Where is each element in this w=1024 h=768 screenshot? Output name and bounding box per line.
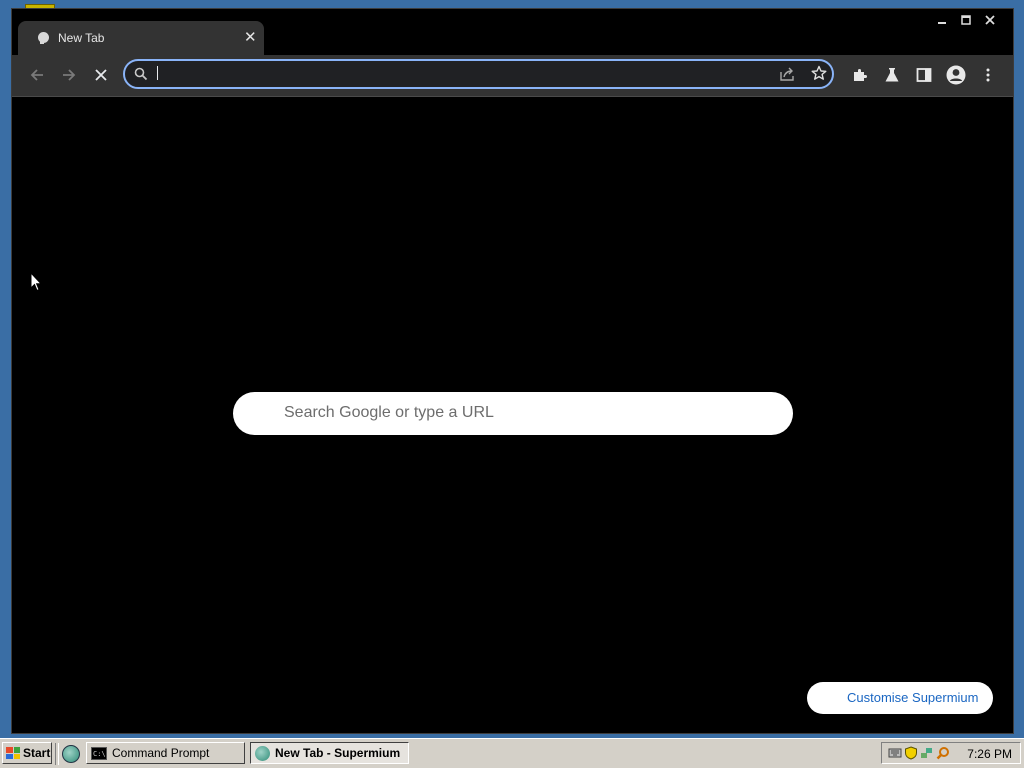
more-vert-icon: [986, 68, 990, 82]
address-bar[interactable]: [123, 59, 834, 89]
search-tray-icon[interactable]: [936, 746, 950, 760]
labs-button[interactable]: [880, 63, 904, 87]
network-icon[interactable]: [920, 746, 934, 760]
browser-toolbar: [12, 55, 1013, 97]
tab-favicon-icon: [38, 32, 49, 44]
task-command-prompt[interactable]: C:\ Command Prompt: [86, 742, 245, 764]
mouse-pointer-icon: [30, 272, 42, 292]
tab-strip: New Tab ✕: [12, 9, 1013, 55]
keyboard-icon[interactable]: [888, 746, 902, 760]
browser-window: New Tab ✕ Search Google or type a URL Cu…: [11, 8, 1014, 734]
start-button[interactable]: Start: [2, 742, 52, 764]
menu-button[interactable]: [976, 63, 1000, 87]
bookmark-star-icon[interactable]: [811, 65, 827, 84]
forward-arrow-icon: [63, 69, 76, 81]
supermium-icon: [255, 745, 270, 761]
address-input[interactable]: [156, 64, 760, 86]
customise-button[interactable]: Customise Supermium: [807, 682, 993, 714]
avatar-icon: [946, 65, 966, 85]
side-panel-icon: [916, 68, 932, 82]
task-label: Command Prompt: [112, 746, 210, 760]
minimize-button[interactable]: [930, 11, 954, 29]
task-label: New Tab - Supermium: [275, 746, 401, 760]
security-shield-icon[interactable]: [904, 746, 918, 760]
stop-icon: [95, 69, 107, 81]
puzzle-piece-icon: [854, 69, 867, 81]
side-panel-button[interactable]: [912, 63, 936, 87]
tab-close-icon[interactable]: ✕: [244, 28, 257, 46]
system-tray: 7:26 PM: [881, 742, 1021, 764]
customise-label: Customise Supermium: [847, 690, 979, 705]
ntp-search-box[interactable]: Search Google or type a URL: [233, 392, 793, 435]
clock[interactable]: 7:26 PM: [967, 747, 1012, 761]
window-controls: [930, 11, 1002, 29]
windows-logo-icon: [6, 747, 20, 759]
back-arrow-icon: [30, 69, 43, 81]
share-icon[interactable]: [779, 66, 795, 85]
new-tab-page: Search Google or type a URL Customise Su…: [12, 97, 1013, 733]
close-window-button[interactable]: [978, 11, 1002, 29]
extensions-button[interactable]: [848, 63, 872, 87]
text-caret: [157, 66, 158, 80]
profile-button[interactable]: [944, 63, 968, 87]
task-supermium[interactable]: New Tab - Supermium: [250, 742, 409, 764]
start-label: Start: [23, 746, 51, 760]
command-prompt-icon: C:\: [91, 746, 107, 760]
tab-new-tab[interactable]: New Tab ✕: [18, 21, 264, 55]
maximize-button[interactable]: [954, 11, 978, 29]
taskbar-separator: [55, 743, 59, 765]
quick-launch-supermium-icon[interactable]: [62, 745, 80, 763]
stop-loading-button[interactable]: [89, 63, 113, 87]
tab-title: New Tab: [58, 31, 105, 45]
ntp-search-placeholder: Search Google or type a URL: [284, 404, 494, 421]
flask-icon: [885, 68, 899, 82]
back-button[interactable]: [25, 63, 49, 87]
taskbar: Start C:\ Command Prompt New Tab - Super…: [0, 738, 1024, 768]
search-icon: [134, 67, 148, 84]
forward-button[interactable]: [57, 63, 81, 87]
